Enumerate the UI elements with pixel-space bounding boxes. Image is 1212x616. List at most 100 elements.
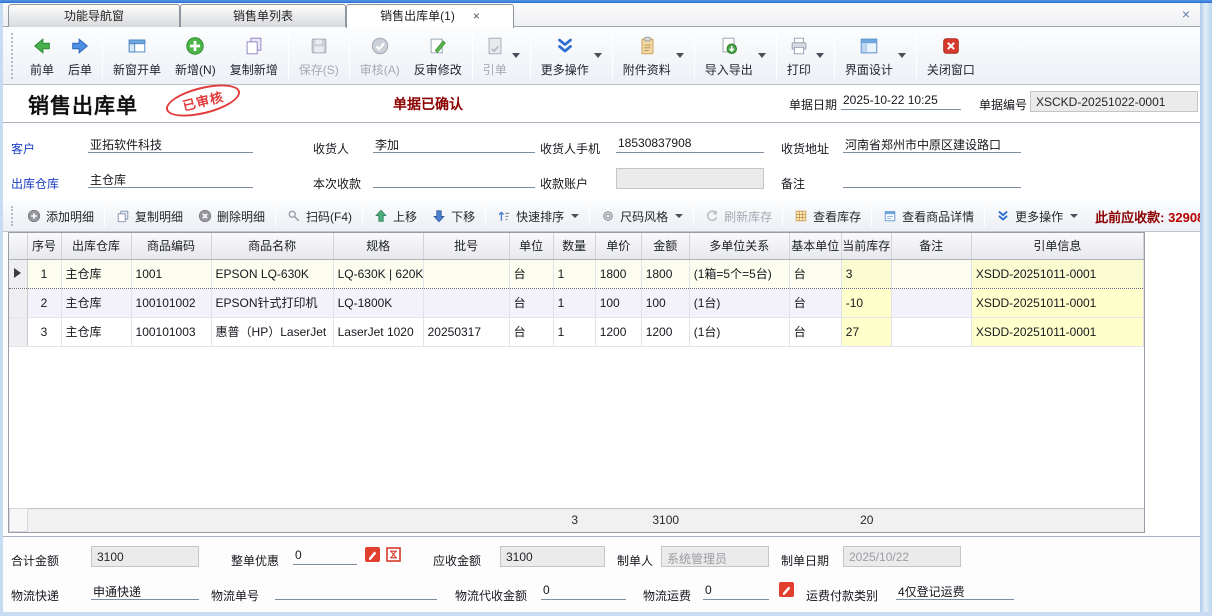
cell-spec[interactable]: LQ-630K | 620K xyxy=(333,259,423,288)
receivable-amount-field[interactable]: 3100 xyxy=(500,546,605,567)
cell-code[interactable]: 100101003 xyxy=(131,317,211,346)
cell-ref[interactable]: XSDD-20251011-0001 xyxy=(971,317,1143,346)
move-down-button[interactable]: 下移 xyxy=(424,205,482,228)
scan-button[interactable]: 扫码(F4) xyxy=(279,205,359,228)
cell-name[interactable]: EPSON针式打印机 xyxy=(211,288,333,317)
cell-remark[interactable] xyxy=(891,288,971,317)
cell-ref[interactable]: XSDD-20251011-0001 xyxy=(971,288,1143,317)
freight-field[interactable]: 0 xyxy=(703,580,769,600)
col-header-qty[interactable]: 数量 xyxy=(553,233,595,259)
cell-spec[interactable]: LaserJet 1020 xyxy=(333,317,423,346)
move-up-button[interactable]: 上移 xyxy=(366,205,424,228)
cell-amount[interactable]: 1200 xyxy=(641,317,689,346)
cell-warehouse[interactable]: 主仓库 xyxy=(61,259,131,288)
cell-qty[interactable]: 1 xyxy=(553,288,595,317)
chevron-down-icon[interactable] xyxy=(1070,214,1078,218)
cell-stock[interactable]: -10 xyxy=(841,288,891,317)
cell-amount[interactable]: 1800 xyxy=(641,259,689,288)
cell-stock[interactable]: 27 xyxy=(841,317,891,346)
add-new-button[interactable]: 新增(N) xyxy=(168,31,223,81)
cell-batch[interactable] xyxy=(423,288,509,317)
total-amount-field[interactable]: 3100 xyxy=(91,546,199,567)
tab-close-icon[interactable]: × xyxy=(473,5,480,27)
delete-row-button[interactable]: 删除明细 xyxy=(190,205,272,228)
chevron-down-icon[interactable] xyxy=(816,53,824,58)
copy-new-button[interactable]: 复制新增 xyxy=(223,31,285,81)
import-export-button[interactable]: 导入导出 xyxy=(698,31,773,81)
ui-design-button[interactable]: 界面设计 xyxy=(838,31,913,81)
cell-remark[interactable] xyxy=(891,259,971,288)
phone-field[interactable]: 18530837908 xyxy=(616,133,764,153)
row-marker[interactable] xyxy=(9,317,27,346)
close-icon[interactable]: × xyxy=(1182,6,1190,22)
print-button[interactable]: 打印 xyxy=(780,31,831,81)
cell-qty[interactable]: 1 xyxy=(553,259,595,288)
size-style-button[interactable]: 尺码风格 xyxy=(593,205,690,228)
col-header-name[interactable]: 商品名称 xyxy=(211,233,333,259)
add-row-button[interactable]: 添加明细 xyxy=(19,205,101,228)
cell-batch[interactable] xyxy=(423,259,509,288)
ref-doc-button[interactable]: 引单 xyxy=(476,31,527,81)
view-stock-button[interactable]: 查看库存 xyxy=(786,205,868,228)
address-field[interactable]: 河南省郑州市中原区建设路口 xyxy=(843,133,1021,153)
chevron-down-icon[interactable] xyxy=(512,53,520,58)
cell-price[interactable]: 1800 xyxy=(595,259,641,288)
cell-name[interactable]: 惠普（HP）LaserJet xyxy=(211,317,333,346)
next-doc-button[interactable]: 后单 xyxy=(61,31,99,81)
cell-seq[interactable]: 1 xyxy=(27,259,61,288)
chevron-down-icon[interactable] xyxy=(675,214,683,218)
cell-price[interactable]: 100 xyxy=(595,288,641,317)
warehouse-field[interactable]: 主仓库 xyxy=(88,168,253,188)
detail-more-button[interactable]: 更多操作 xyxy=(988,205,1085,228)
cell-multi-unit[interactable]: (1台) xyxy=(689,317,789,346)
tab-sales-list[interactable]: 销售单列表 xyxy=(180,4,346,27)
view-product-button[interactable]: 查看商品详情 xyxy=(875,205,981,228)
doc-number-field[interactable]: XSCKD-20251022-0001 xyxy=(1030,91,1198,112)
discount-field[interactable]: 0 xyxy=(293,545,357,565)
cell-unit[interactable]: 台 xyxy=(509,317,553,346)
consignee-field[interactable]: 李加 xyxy=(373,133,535,153)
doc-date-field[interactable]: 2025-10-22 10:25 xyxy=(841,90,961,110)
cell-base-unit[interactable]: 台 xyxy=(789,288,841,317)
col-header-stock[interactable]: 当前库存 xyxy=(841,233,891,259)
cell-code[interactable]: 1001 xyxy=(131,259,211,288)
col-header-remark[interactable]: 备注 xyxy=(891,233,971,259)
cod-field[interactable]: 0 xyxy=(541,580,626,600)
row-marker[interactable] xyxy=(9,259,27,288)
cell-unit[interactable]: 台 xyxy=(509,288,553,317)
cell-warehouse[interactable]: 主仓库 xyxy=(61,288,131,317)
maker-field[interactable]: 系统管理员 xyxy=(661,546,769,567)
chevron-down-icon[interactable] xyxy=(594,53,602,58)
cell-seq[interactable]: 3 xyxy=(27,317,61,346)
close-window-button[interactable]: 关闭窗口 xyxy=(920,31,982,81)
chevron-down-icon[interactable] xyxy=(898,53,906,58)
payment-field[interactable] xyxy=(373,168,535,188)
logistics-field[interactable]: 申通快递 xyxy=(91,580,199,600)
cell-warehouse[interactable]: 主仓库 xyxy=(61,317,131,346)
col-header-code[interactable]: 商品编码 xyxy=(131,233,211,259)
cell-stock[interactable]: 3 xyxy=(841,259,891,288)
copy-row-button[interactable]: 复制明细 xyxy=(108,205,190,228)
col-header-multi-unit[interactable]: 多单位关系 xyxy=(689,233,789,259)
more-actions-button[interactable]: 更多操作 xyxy=(534,31,609,81)
cell-unit[interactable]: 台 xyxy=(509,259,553,288)
chevron-down-icon[interactable] xyxy=(676,53,684,58)
col-header-batch[interactable]: 批号 xyxy=(423,233,509,259)
tab-sales-outbound[interactable]: 销售出库单(1)× xyxy=(346,4,514,28)
cell-name[interactable]: EPSON LQ-630K xyxy=(211,259,333,288)
cell-multi-unit[interactable]: (1箱=5个=5台) xyxy=(689,259,789,288)
col-header-base-unit[interactable]: 基本单位 xyxy=(789,233,841,259)
table-row[interactable]: 2 主仓库 100101002 EPSON针式打印机 LQ-1800K 台 1 … xyxy=(9,288,1144,317)
cell-ref[interactable]: XSDD-20251011-0001 xyxy=(971,259,1143,288)
quick-sort-button[interactable]: 快速排序 xyxy=(489,205,586,228)
tracking-field[interactable] xyxy=(275,580,437,600)
col-header-price[interactable]: 单价 xyxy=(595,233,641,259)
remark-field[interactable] xyxy=(843,168,1021,188)
cell-spec[interactable]: LQ-1800K xyxy=(333,288,423,317)
col-header-warehouse[interactable]: 出库仓库 xyxy=(61,233,131,259)
make-date-field[interactable]: 2025/10/22 xyxy=(843,546,961,567)
save-button[interactable]: 保存(S) xyxy=(292,31,346,81)
cell-remark[interactable] xyxy=(891,317,971,346)
cell-base-unit[interactable]: 台 xyxy=(789,259,841,288)
col-header-amount[interactable]: 金额 xyxy=(641,233,689,259)
